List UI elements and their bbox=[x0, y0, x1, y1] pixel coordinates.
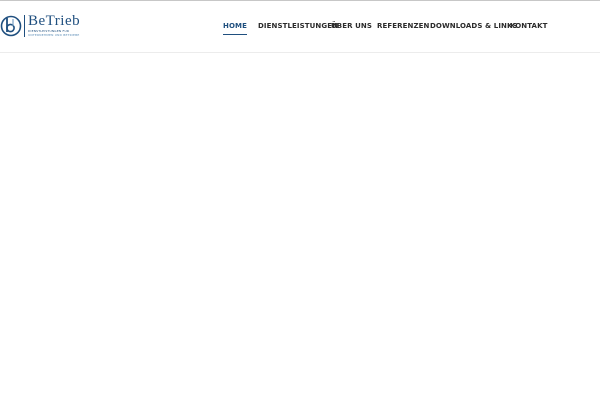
nav-item-label: KONTAKT bbox=[510, 22, 548, 30]
nav-item-label: HOME bbox=[223, 22, 247, 30]
nav-item-dienstleistungen[interactable]: DIENSTLEISTUNGEN bbox=[258, 22, 338, 31]
main-content-area bbox=[0, 53, 600, 400]
main-navigation: HOME DIENSTLEISTUNGEN ÜBER UNS REFERENZE… bbox=[0, 1, 600, 52]
nav-item-kontakt[interactable]: KONTAKT bbox=[510, 22, 547, 31]
nav-item-home[interactable]: HOME bbox=[223, 22, 247, 35]
nav-item-referenzen[interactable]: REFERENZEN bbox=[377, 22, 429, 31]
nav-item-downloads-links[interactable]: DOWNLOADS & LINKS bbox=[430, 22, 518, 31]
site-header: BeTrieb DIENSTLEISTUNGEN FÜR UNTERNEHMEN… bbox=[0, 1, 600, 53]
nav-item-label: REFERENZEN bbox=[377, 22, 430, 30]
page: BeTrieb DIENSTLEISTUNGEN FÜR UNTERNEHMEN… bbox=[0, 0, 600, 400]
nav-item-label: ÜBER UNS bbox=[331, 22, 373, 30]
active-nav-indicator bbox=[223, 34, 247, 35]
nav-item-ueber-uns[interactable]: ÜBER UNS bbox=[331, 22, 372, 31]
nav-item-label: DOWNLOADS & LINKS bbox=[430, 22, 518, 30]
nav-item-label: DIENSTLEISTUNGEN bbox=[258, 22, 339, 30]
